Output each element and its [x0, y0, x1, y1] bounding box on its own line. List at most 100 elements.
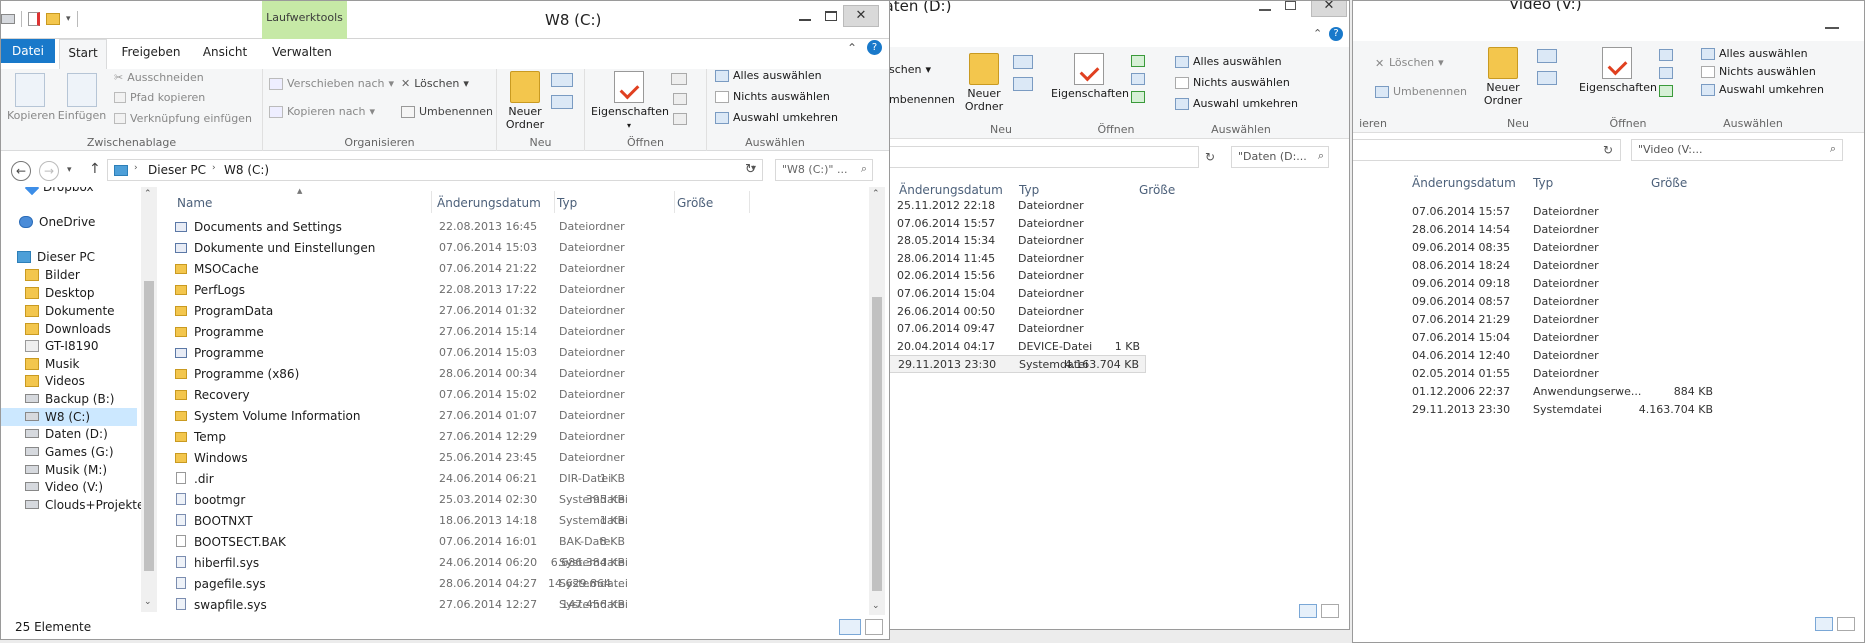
table-row[interactable]: 07.06.2014 21:29 Dateiordner: [1353, 311, 1713, 329]
select-none-button[interactable]: Nichts auswählen: [715, 90, 830, 103]
table-row[interactable]: 28.05.2014 15:34 Dateiordner: [881, 232, 1146, 250]
table-row[interactable]: 02.06.2014 15:56 Dateiordner: [881, 267, 1146, 285]
table-row[interactable]: 09.06.2014 08:35 Dateiordner: [1353, 239, 1713, 257]
properties-button[interactable]: Eigenschaften: [1051, 53, 1129, 100]
table-row[interactable]: BOOTNXT 18.06.2013 14:18 Systemdatei 1 KB: [161, 511, 861, 531]
table-row[interactable]: Documents and Settings 22.08.2013 16:45 Da…: [161, 217, 861, 237]
table-row[interactable]: 29.11.2013 23:30 Systemdatei 4.163.704 KB: [881, 355, 1146, 374]
large-icons-view-button[interactable]: [1837, 617, 1855, 631]
history-icon[interactable]: [673, 113, 687, 125]
select-all-button[interactable]: Alles auswählen: [1175, 55, 1282, 68]
table-row[interactable]: 25.11.2012 22:18 Dateiordner: [881, 197, 1146, 215]
nav-item[interactable]: Games (G:): [1, 443, 137, 461]
table-row[interactable]: pagefile.sys 28.06.2014 04:27 Systemdatei 1…: [161, 574, 861, 594]
table-row[interactable]: 07.06.2014 15:04 Dateiordner: [881, 285, 1146, 303]
column-header-type[interactable]: Typ: [1019, 183, 1039, 197]
scroll-up-icon[interactable]: ⌃: [144, 189, 152, 199]
new-folder-quick-icon[interactable]: [46, 13, 60, 25]
nav-item[interactable]: Dieser PC: [1, 248, 137, 266]
table-row[interactable]: ProgramData 27.06.2014 01:32 Dateiordner: [161, 301, 861, 321]
collapse-ribbon-icon[interactable]: ⌃: [1313, 27, 1322, 40]
properties-button[interactable]: Eigenschaften ▾: [591, 71, 669, 132]
table-row[interactable]: bootmgr 25.03.2014 02:30 Systemdatei 395 KB: [161, 490, 861, 510]
table-row[interactable]: BOOTSECT.BAK 07.06.2014 16:01 BAK-Datei 8 K…: [161, 532, 861, 552]
up-button[interactable]: ↑: [89, 161, 101, 177]
nav-item[interactable]: Bilder: [1, 266, 137, 284]
column-header-name[interactable]: Name: [177, 196, 212, 210]
tab-datei[interactable]: Datei: [1, 39, 55, 63]
easy-access-icon[interactable]: [1013, 77, 1033, 91]
table-row[interactable]: Dokumente und Einstellungen 07.06.2014 15…: [161, 238, 861, 258]
scrollbar-thumb[interactable]: [144, 281, 154, 571]
recent-locations-icon[interactable]: ▾: [67, 165, 72, 175]
column-header-size[interactable]: Größe: [677, 196, 713, 210]
nav-item[interactable]: Backup (B:): [1, 390, 137, 408]
history-icon[interactable]: [1659, 85, 1673, 97]
maximize-button[interactable]: [1285, 1, 1296, 10]
close-button[interactable]: ✕: [1311, 1, 1347, 17]
paste-shortcut-button[interactable]: Verknüpfung einfügen: [114, 112, 252, 125]
table-row[interactable]: Programme 07.06.2014 15:03 Dateiordner: [161, 343, 861, 363]
nav-item[interactable]: Daten (D:): [1, 425, 137, 443]
scroll-up-icon[interactable]: ⌃: [872, 189, 880, 199]
table-row[interactable]: Programme 27.06.2014 15:14 Dateiordner: [161, 322, 861, 342]
refresh-button[interactable]: ↻: [1603, 143, 1613, 157]
scrollbar-thumb[interactable]: [872, 297, 882, 591]
column-header-size[interactable]: Größe: [1651, 176, 1687, 190]
help-icon[interactable]: ?: [867, 40, 882, 55]
edit-icon[interactable]: [673, 93, 687, 105]
table-row[interactable]: 09.06.2014 08:57 Dateiordner: [1353, 293, 1713, 311]
column-header-type[interactable]: Typ: [1533, 176, 1553, 190]
address-bar[interactable]: [1353, 139, 1621, 161]
forward-button[interactable]: →: [39, 161, 59, 181]
back-button[interactable]: ←: [11, 161, 31, 181]
properties-quick-icon[interactable]: [28, 12, 40, 26]
select-none-button[interactable]: Nichts auswählen: [1701, 65, 1816, 78]
table-row[interactable]: 08.06.2014 18:24 Dateiordner: [1353, 257, 1713, 275]
refresh-button[interactable]: ↻: [745, 162, 756, 177]
new-folder-button[interactable]: Neuer Ordner: [961, 53, 1007, 113]
nav-item[interactable]: Dokumente: [1, 302, 137, 320]
select-all-button[interactable]: Alles auswählen: [715, 69, 822, 82]
column-header-date[interactable]: Änderungsdatum: [437, 196, 541, 210]
table-row[interactable]: System Volume Information 27.06.2014 01:0…: [161, 406, 861, 426]
table-row[interactable]: 07.06.2014 15:57 Dateiordner: [1353, 203, 1713, 221]
nav-item[interactable]: Downloads: [1, 320, 137, 338]
new-folder-button[interactable]: Neuer Ordner: [1481, 47, 1525, 107]
table-row[interactable]: Recovery 07.06.2014 15:02 Dateiordner: [161, 385, 861, 405]
paste-button[interactable]: Einfügen: [57, 73, 107, 122]
breadcrumb-item[interactable]: Dieser PC: [148, 163, 206, 177]
table-row[interactable]: .dir 24.06.2014 06:21 DIR-Datei 1 KB: [161, 469, 861, 489]
delete-button[interactable]: ✕ Löschen ▾: [401, 77, 469, 90]
table-row[interactable]: 07.06.2014 15:04 Dateiordner: [1353, 329, 1713, 347]
table-row[interactable]: 09.06.2014 09:18 Dateiordner: [1353, 275, 1713, 293]
invert-selection-button[interactable]: Auswahl umkehren: [1701, 83, 1824, 96]
nav-item[interactable]: Musik: [1, 355, 137, 373]
minimize-button[interactable]: [1825, 27, 1839, 29]
address-bar[interactable]: [881, 146, 1199, 168]
collapse-ribbon-icon[interactable]: ⌃: [847, 41, 857, 55]
column-header-size[interactable]: Größe: [1139, 183, 1175, 197]
nav-item[interactable]: Desktop: [1, 284, 137, 302]
copy-to-button[interactable]: Kopieren nach ▾: [269, 105, 375, 118]
table-row[interactable]: MSOCache 07.06.2014 21:22 Dateiordner: [161, 259, 861, 279]
details-view-button[interactable]: [1815, 617, 1833, 631]
select-none-button[interactable]: Nichts auswählen: [1175, 76, 1290, 89]
large-icons-view-button[interactable]: [1321, 604, 1339, 618]
select-all-button[interactable]: Alles auswählen: [1701, 47, 1808, 60]
easy-access-icon[interactable]: [1537, 71, 1557, 85]
edit-icon[interactable]: [1131, 73, 1145, 85]
new-item-icon[interactable]: [1013, 55, 1033, 69]
table-row[interactable]: 28.06.2014 14:54 Dateiordner: [1353, 221, 1713, 239]
table-row[interactable]: 26.06.2014 00:50 Dateiordner: [881, 303, 1146, 321]
column-header-type[interactable]: Typ: [557, 196, 577, 210]
table-row[interactable]: 28.06.2014 11:45 Dateiordner: [881, 250, 1146, 268]
table-row[interactable]: 02.05.2014 01:55 Dateiordner: [1353, 365, 1713, 383]
edit-icon[interactable]: [1659, 67, 1673, 79]
tab-start[interactable]: Start: [59, 39, 107, 70]
nav-item[interactable]: Video (V:): [1, 478, 137, 496]
rename-button[interactable]: mbenennen: [889, 93, 955, 106]
file-list-scrollbar[interactable]: ⌃ ⌄: [869, 187, 885, 615]
nav-item[interactable]: Clouds+Projekte: [1, 496, 144, 514]
tab-ansicht[interactable]: Ansicht: [195, 41, 255, 63]
